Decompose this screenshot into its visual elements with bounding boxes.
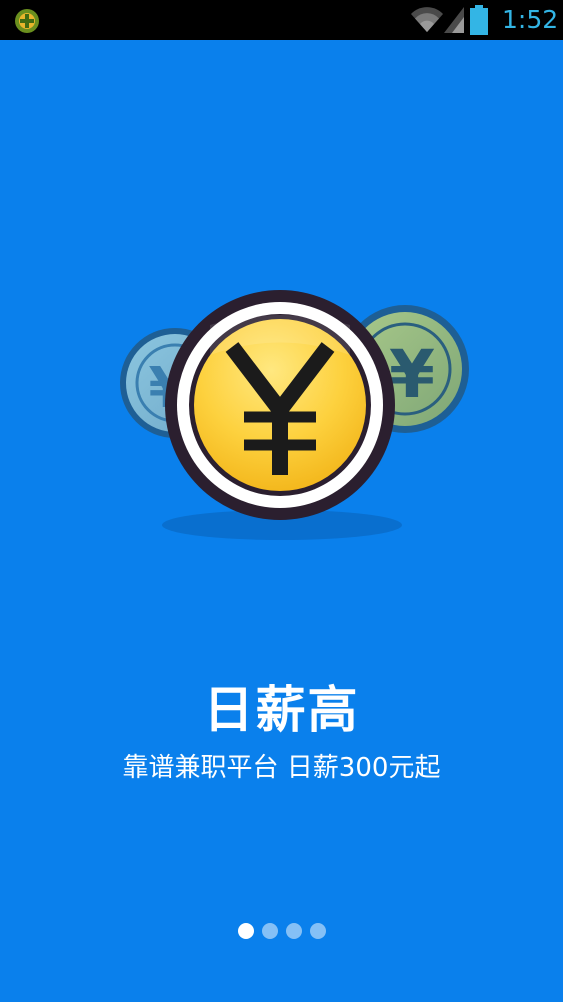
slide-subtitle: 靠谱兼职平台 日薪300元起: [122, 753, 441, 783]
battery-icon: [470, 5, 488, 35]
page-dot-2[interactable]: [261, 923, 278, 939]
wifi-icon: [411, 7, 443, 32]
page-indicator: [0, 923, 563, 941]
coin-yuan-icon: ¥ ¥: [120, 290, 469, 540]
cell-signal-icon: [444, 7, 464, 33]
page-dot-1[interactable]: [237, 923, 254, 939]
app-notification-icon: [15, 9, 39, 33]
slide-title: 日薪高: [203, 681, 360, 739]
status-clock: 1:52: [502, 5, 559, 34]
page-dot-3[interactable]: [285, 923, 302, 939]
page-dot-4[interactable]: [309, 923, 326, 939]
status-bar: 1:52: [0, 0, 563, 40]
svg-text:¥: ¥: [389, 336, 435, 413]
front-gold-coin: [165, 290, 395, 520]
